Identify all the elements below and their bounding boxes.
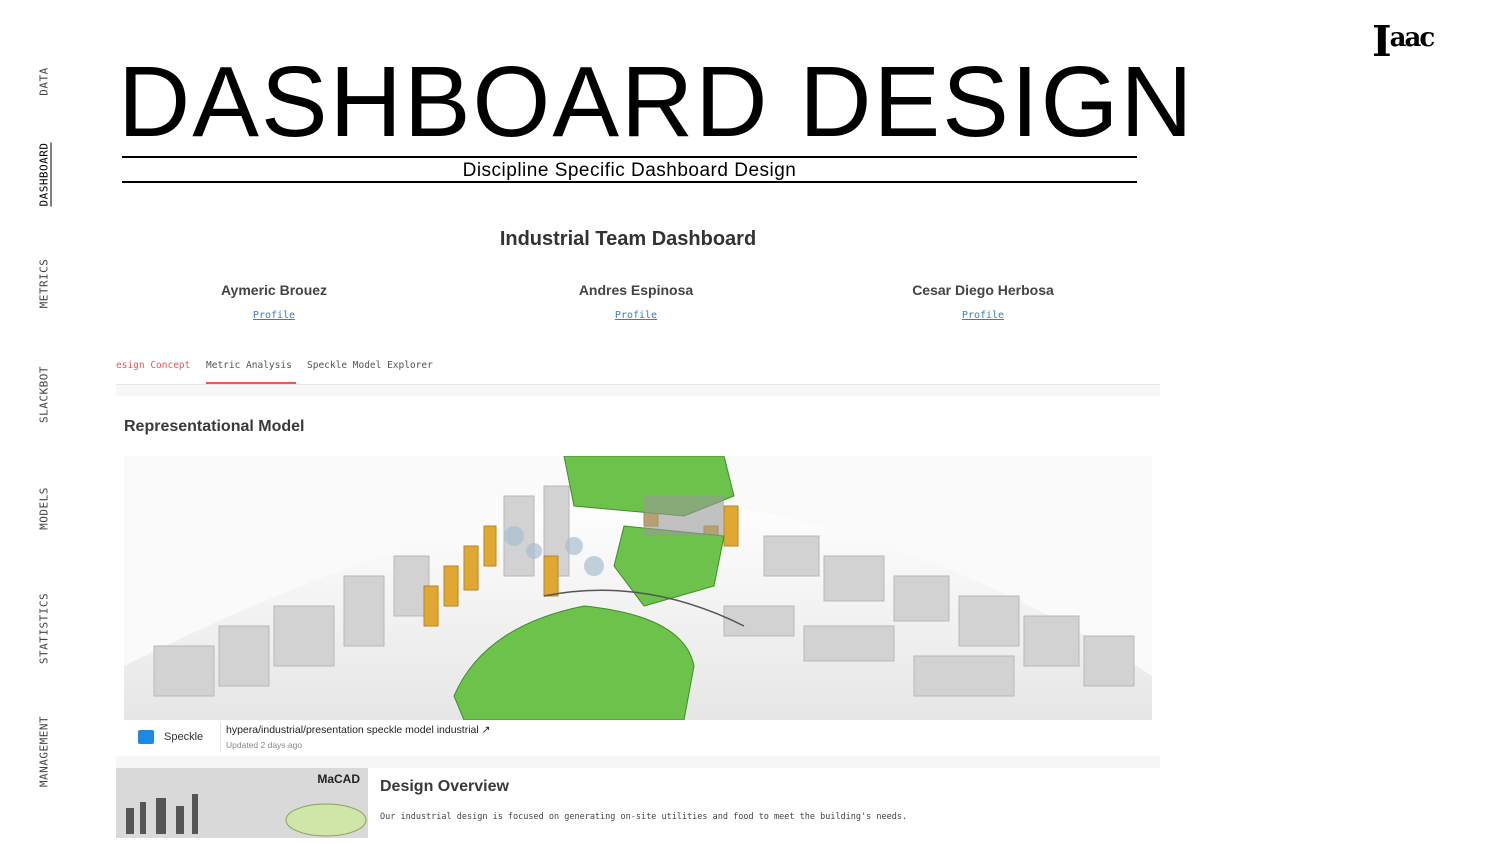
tab-metric-analysis[interactable]: Metric Analysis xyxy=(206,360,292,371)
member-name: Aymeric Brouez xyxy=(220,282,328,298)
overview-text: Our industrial design is focused on gene… xyxy=(380,812,908,822)
team-member: Cesar Diego Herbosa Profile xyxy=(853,282,1113,321)
page-subtitle: Discipline Specific Dashboard Design xyxy=(462,160,797,181)
member-name: Cesar Diego Herbosa xyxy=(912,282,1054,298)
overview-thumbnail: MaCAD xyxy=(116,768,368,838)
side-navigation: DATA DASHBOARD METRICS SLACKBOT MODELS S… xyxy=(0,0,90,844)
divider xyxy=(220,722,221,752)
dashboard-title: Industrial Team Dashboard xyxy=(499,228,757,250)
active-tab-indicator xyxy=(206,382,296,384)
profile-link[interactable]: Profile xyxy=(853,310,1113,321)
section-title: Representational Model xyxy=(124,418,305,435)
nav-item-models[interactable]: MODELS xyxy=(38,487,51,530)
profile-link[interactable]: Profile xyxy=(506,310,766,321)
speckle-label: Speckle xyxy=(164,731,204,743)
overview-badge: MaCAD xyxy=(317,772,360,786)
tab-speckle-model-explorer[interactable]: Speckle Model Explorer xyxy=(307,360,433,371)
nav-item-metrics[interactable]: METRICS xyxy=(38,259,51,309)
design-overview-card: MaCAD Design Overview Our industrial des… xyxy=(116,768,1160,838)
profile-link[interactable]: Profile xyxy=(144,310,404,321)
city-model-render xyxy=(124,456,1152,720)
speckle-logo-icon xyxy=(138,730,154,744)
overview-title: Design Overview xyxy=(380,778,509,795)
tab-bar: esign Concept Metric Analysis Speckle Mo… xyxy=(116,360,1160,385)
title-rule-top xyxy=(122,156,1137,158)
logo-main: I xyxy=(1372,17,1392,66)
tab-design-concept[interactable]: esign Concept xyxy=(116,360,190,371)
member-name: Andres Espinosa xyxy=(578,282,694,298)
nav-item-statistics[interactable]: STATISTICS xyxy=(38,593,51,664)
model-path[interactable]: hypera/industrial/presentation speckle m… xyxy=(226,724,490,736)
dashboard-header: Industrial Team Dashboard Aymeric Brouez… xyxy=(116,188,1160,385)
nav-item-data[interactable]: DATA xyxy=(38,67,51,96)
3d-model-viewer[interactable] xyxy=(124,456,1152,720)
iaac-logo: Iaac xyxy=(1372,14,1436,66)
dashboard-screenshot: Industrial Team Dashboard Aymeric Brouez… xyxy=(116,188,1160,838)
team-member: Aymeric Brouez Profile xyxy=(144,282,404,321)
model-updated: Updated 2 days ago xyxy=(226,740,303,750)
nav-item-dashboard[interactable]: DASHBOARD xyxy=(38,142,51,206)
nav-item-slackbot[interactable]: SLACKBOT xyxy=(38,366,51,423)
nav-item-management[interactable]: MANAGEMENT xyxy=(38,716,51,787)
logo-sup: aac xyxy=(1389,23,1436,53)
page-title: DASHBOARD DESIGN xyxy=(118,46,1195,158)
team-member: Andres Espinosa Profile xyxy=(506,282,766,321)
representational-model-card: Representational Model Speckle hypera/in… xyxy=(116,396,1160,756)
title-rule-bottom xyxy=(122,181,1137,183)
